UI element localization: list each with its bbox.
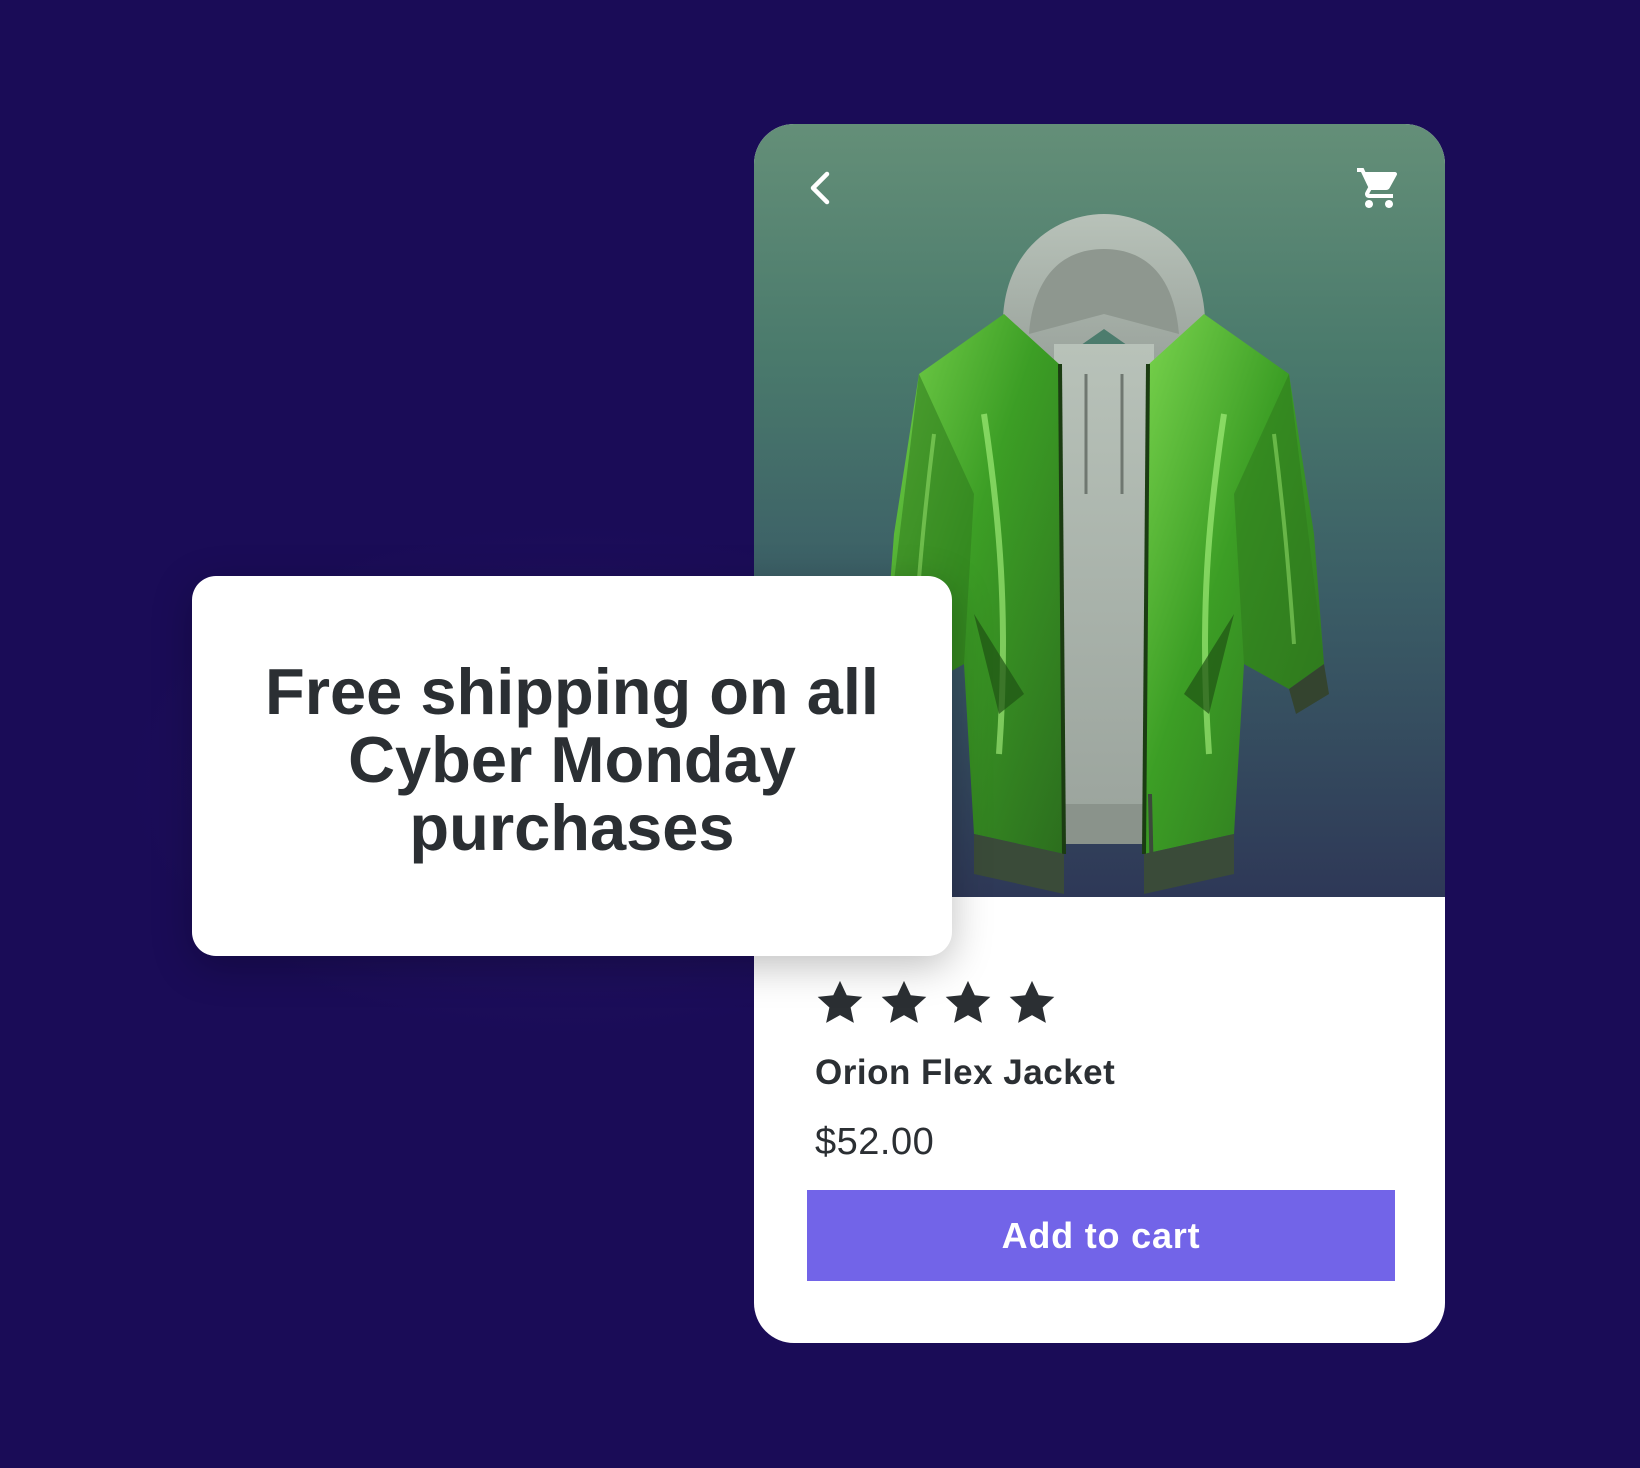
promo-banner: Free shipping on all Cyber Monday purcha… bbox=[192, 576, 952, 956]
product-details: Orion Flex Jacket $52.00 Add to cart bbox=[754, 897, 1445, 1343]
star-icon bbox=[1009, 980, 1055, 1023]
star-rating bbox=[814, 977, 1058, 1029]
star-icon bbox=[817, 980, 863, 1023]
product-price: $52.00 bbox=[815, 1121, 935, 1163]
product-name: Orion Flex Jacket bbox=[815, 1053, 1116, 1092]
star-icon bbox=[945, 980, 991, 1023]
add-to-cart-button[interactable]: Add to cart bbox=[807, 1190, 1395, 1281]
star-icon bbox=[881, 980, 927, 1023]
promo-text: Free shipping on all Cyber Monday purcha… bbox=[265, 655, 879, 864]
